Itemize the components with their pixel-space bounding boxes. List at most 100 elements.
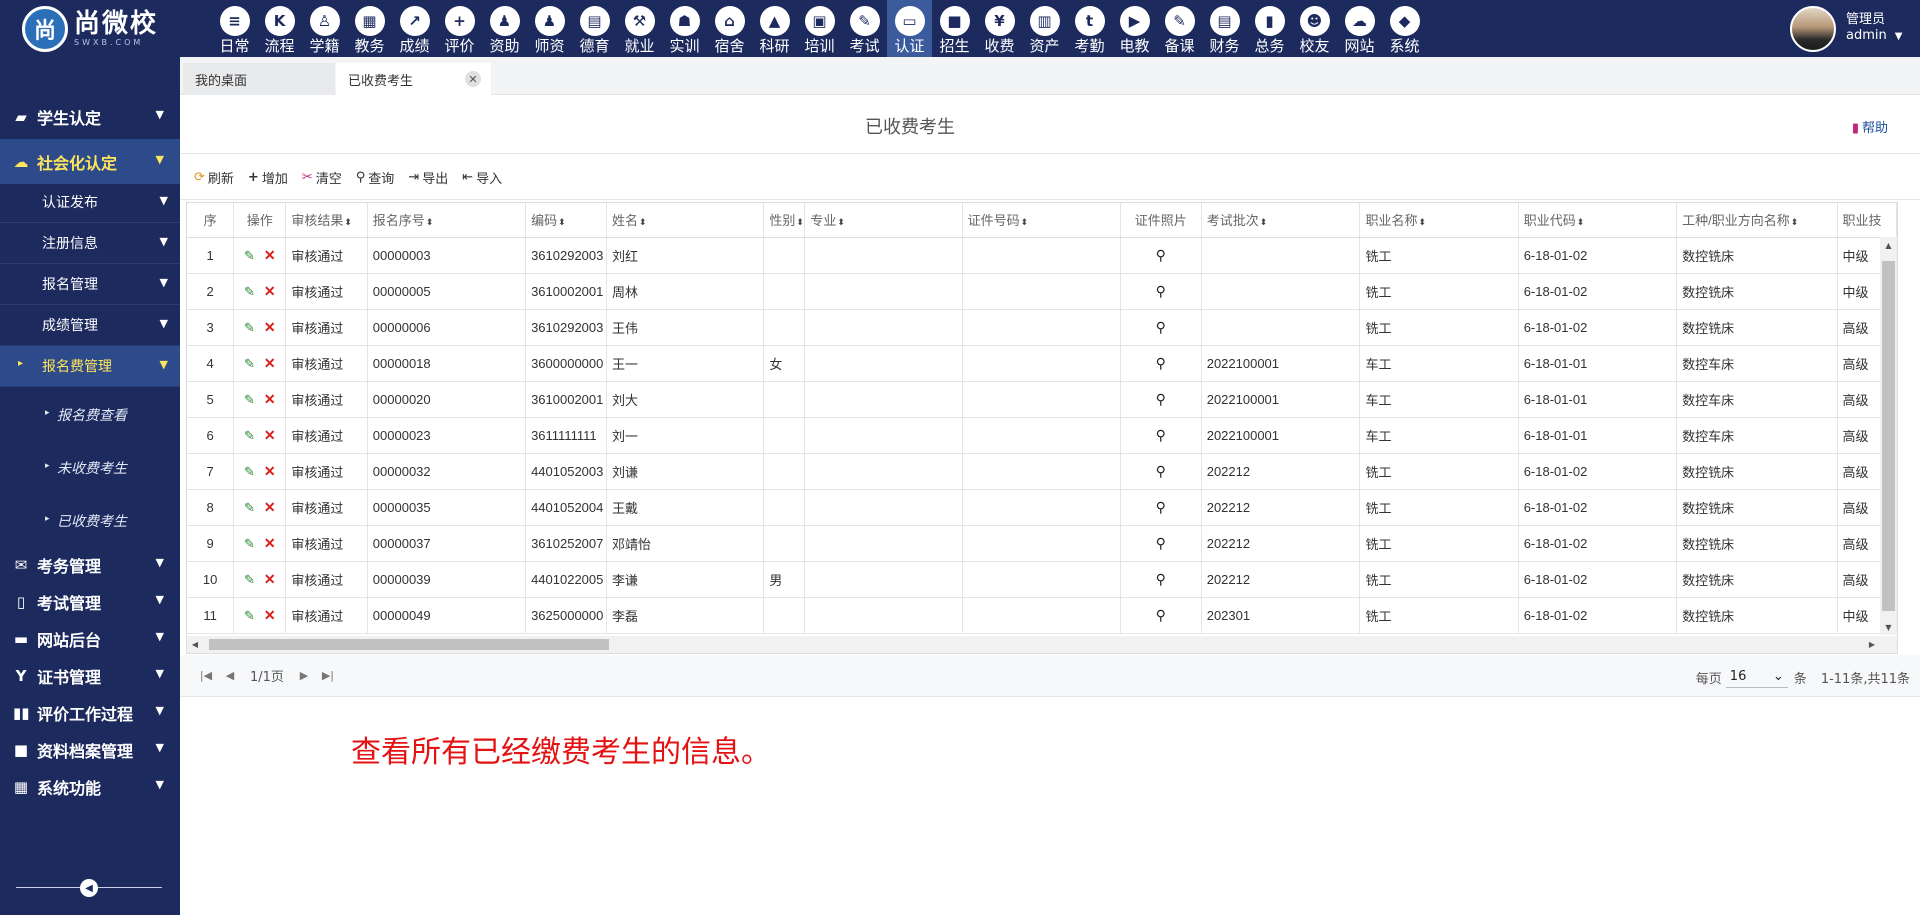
nav-item[interactable]: ⚒ 就业: [617, 0, 662, 57]
export-button[interactable]: ⇥ 导出: [408, 168, 448, 187]
nav-item[interactable]: ▲ 科研: [752, 0, 797, 57]
edit-icon[interactable]: ✎: [244, 500, 255, 515]
search-icon[interactable]: ⚲: [1156, 319, 1166, 335]
sidebar-leaf-item[interactable]: ▸ 报名费查看: [0, 388, 180, 441]
sidebar-leaf-item[interactable]: ▸ 已收费考生: [0, 494, 180, 547]
nav-item[interactable]: ▮ 总务: [1247, 0, 1292, 57]
nav-item[interactable]: K 流程: [257, 0, 302, 57]
sidebar-sub-item[interactable]: 报名管理 ▼: [0, 264, 180, 305]
sidebar-sub-item[interactable]: 注册信息 ▼: [0, 223, 180, 264]
sidebar-group[interactable]: ☁ 社会化认定 ▼: [0, 139, 180, 184]
search-icon[interactable]: ⚲: [1156, 535, 1166, 551]
scroll-thumb[interactable]: [1882, 261, 1895, 611]
nav-item[interactable]: ▶ 电教: [1112, 0, 1157, 57]
nav-item[interactable]: ☗ 实训: [662, 0, 707, 57]
per-page-select[interactable]: 16 ⌄: [1725, 666, 1788, 688]
edit-icon[interactable]: ✎: [244, 320, 255, 335]
first-page-icon[interactable]: |◀: [194, 669, 218, 682]
delete-icon[interactable]: ✕: [264, 391, 276, 407]
search-icon[interactable]: ⚲: [1156, 499, 1166, 515]
add-button[interactable]: + 增加: [248, 168, 288, 187]
nav-item[interactable]: ✎ 考试: [842, 0, 887, 57]
vertical-scrollbar[interactable]: ▲ ▼: [1880, 237, 1897, 635]
edit-icon[interactable]: ✎: [244, 392, 255, 407]
nav-item[interactable]: ≡ 日常: [212, 0, 257, 57]
logo[interactable]: 尚 尚微校 SWXB.COM: [22, 6, 172, 52]
edit-icon[interactable]: ✎: [244, 356, 255, 371]
search-icon[interactable]: ⚲: [1156, 427, 1166, 443]
collapse-left-icon[interactable]: ◀: [80, 879, 98, 897]
delete-icon[interactable]: ✕: [264, 535, 276, 551]
table-row[interactable]: 4 ✎ ✕ 审核通过 00000018 3600000000 王一女 ⚲ 2022100001 车…: [187, 345, 1897, 382]
refresh-button[interactable]: ⟳ 刷新: [194, 168, 234, 187]
col-code[interactable]: 编码⬍: [525, 203, 607, 238]
nav-item[interactable]: ↗ 成绩: [392, 0, 437, 57]
close-icon[interactable]: ✕: [465, 71, 481, 87]
avatar[interactable]: [1790, 5, 1836, 52]
search-icon[interactable]: ⚲: [1156, 571, 1166, 587]
delete-icon[interactable]: ✕: [264, 571, 276, 587]
nav-item[interactable]: ▭ 认证: [887, 0, 932, 57]
delete-icon[interactable]: ✕: [264, 427, 276, 443]
nav-item[interactable]: + 评价: [437, 0, 482, 57]
edit-icon[interactable]: ✎: [244, 608, 255, 623]
search-icon[interactable]: ⚲: [1156, 247, 1166, 263]
scroll-left-icon[interactable]: ◀: [187, 636, 203, 653]
scroll-right-icon[interactable]: ▶: [1864, 636, 1880, 653]
nav-item[interactable]: ♟ 资助: [482, 0, 527, 57]
table-row[interactable]: 5 ✎ ✕ 审核通过 00000020 3610002001 刘大 ⚲ 2022100001 车工…: [187, 381, 1897, 418]
user-menu[interactable]: 管理员 admin ▼: [1790, 0, 1920, 57]
help-link[interactable]: ▮ 帮助: [1852, 117, 1888, 136]
edit-icon[interactable]: ✎: [244, 248, 255, 263]
table-row[interactable]: 9 ✎ ✕ 审核通过 00000037 3610252007 邓靖怡 ⚲ 202212 铣工 6-1…: [187, 525, 1897, 562]
col-jobcode[interactable]: 职业代码⬍: [1518, 203, 1678, 238]
col-major[interactable]: 专业⬍: [804, 203, 963, 238]
edit-icon[interactable]: ✎: [244, 536, 255, 551]
import-button[interactable]: ⇤ 导入: [462, 168, 502, 187]
search-icon[interactable]: ⚲: [1156, 607, 1166, 623]
prev-page-icon[interactable]: ◀: [218, 669, 242, 682]
next-page-icon[interactable]: ▶: [292, 669, 316, 682]
edit-icon[interactable]: ✎: [244, 572, 255, 587]
delete-icon[interactable]: ✕: [264, 355, 276, 371]
search-icon[interactable]: ⚲: [1156, 391, 1166, 407]
nav-item[interactable]: ⌂ 宿舍: [707, 0, 752, 57]
edit-icon[interactable]: ✎: [244, 428, 255, 443]
nav-item[interactable]: ▦ 教务: [347, 0, 392, 57]
horizontal-scrollbar[interactable]: ◀ ▶: [187, 636, 1897, 653]
sidebar-sub-item[interactable]: 认证发布 ▼: [0, 182, 180, 223]
sidebar-leaf-item[interactable]: ▸ 未收费考生: [0, 441, 180, 494]
table-row[interactable]: 6 ✎ ✕ 审核通过 00000023 3611111111 刘一 ⚲ 2022100001 车工…: [187, 417, 1897, 454]
nav-item[interactable]: ♟ 师资: [527, 0, 572, 57]
delete-icon[interactable]: ✕: [264, 463, 276, 479]
table-row[interactable]: 2 ✎ ✕ 审核通过 00000005 3610002001 周林 ⚲ 铣工 6-18-01-02…: [187, 273, 1897, 310]
nav-item[interactable]: ▣ 培训: [797, 0, 842, 57]
sidebar-sub-item[interactable]: ▸ 报名费管理 ▼: [0, 346, 180, 387]
col-gender[interactable]: 性别⬍: [763, 203, 806, 238]
nav-item[interactable]: ▤ 德育: [572, 0, 617, 57]
table-row[interactable]: 1 ✎ ✕ 审核通过 00000003 3610292003 刘红 ⚲ 铣工 6-18-01-02…: [187, 237, 1897, 274]
nav-item[interactable]: ◆ 系统: [1382, 0, 1427, 57]
col-work[interactable]: 工种/职业方向名称⬍: [1676, 203, 1838, 238]
nav-item[interactable]: ■ 招生: [932, 0, 977, 57]
nav-item[interactable]: ▤ 财务: [1202, 0, 1247, 57]
search-icon[interactable]: ⚲: [1156, 283, 1166, 299]
clear-button[interactable]: ✂ 清空: [302, 168, 342, 187]
edit-icon[interactable]: ✎: [244, 284, 255, 299]
nav-item[interactable]: ✎ 备课: [1157, 0, 1202, 57]
delete-icon[interactable]: ✕: [264, 319, 276, 335]
edit-icon[interactable]: ✎: [244, 464, 255, 479]
col-name[interactable]: 姓名⬍: [606, 203, 765, 238]
nav-item[interactable]: ♙ 学籍: [302, 0, 347, 57]
delete-icon[interactable]: ✕: [264, 283, 276, 299]
col-regno[interactable]: 报名序号⬍: [367, 203, 527, 238]
caret-down-icon[interactable]: ▼: [1895, 31, 1903, 42]
nav-item[interactable]: ▥ 资产: [1022, 0, 1067, 57]
nav-item[interactable]: t 考勤: [1067, 0, 1112, 57]
table-row[interactable]: 11 ✎ ✕ 审核通过 00000049 3625000000 李磊 ⚲ 202301 铣工 6-1…: [187, 597, 1897, 634]
tab-current[interactable]: 已收费考生 ✕: [336, 63, 491, 95]
nav-item[interactable]: ☻ 校友: [1292, 0, 1337, 57]
delete-icon[interactable]: ✕: [264, 607, 276, 623]
sidebar-group[interactable]: ▦ 系统功能 ▼: [0, 764, 180, 809]
last-page-icon[interactable]: ▶|: [316, 669, 340, 682]
